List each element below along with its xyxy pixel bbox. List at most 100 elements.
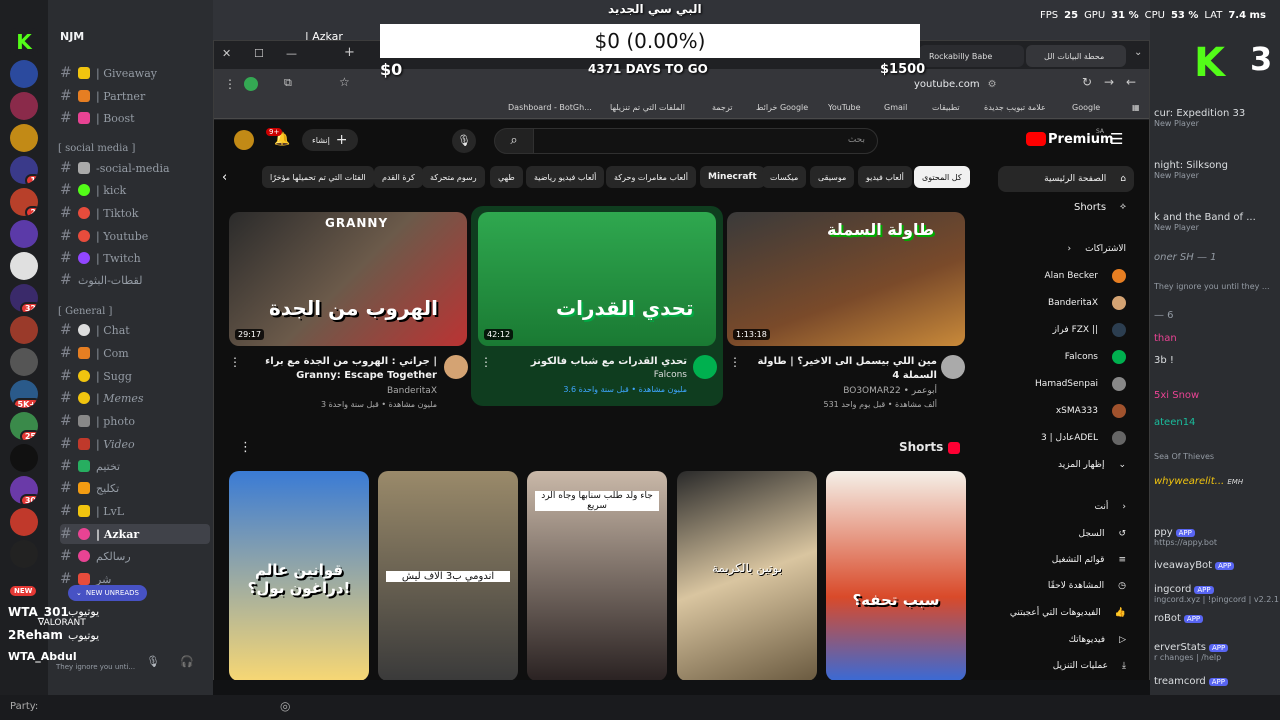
- server-icon[interactable]: [10, 252, 38, 280]
- video-channel[interactable]: Falcons: [482, 370, 687, 380]
- mic-icon[interactable]: 🎙: [146, 655, 160, 668]
- channel-partner[interactable]: # | Partner: [60, 86, 210, 106]
- bot-item[interactable]: iveawayBot APP: [1154, 560, 1235, 571]
- channel-takhtim[interactable]: # تختيم: [60, 456, 210, 476]
- chevron-left-icon[interactable]: ‹: [222, 170, 227, 185]
- youtube-logo-icon[interactable]: [1026, 132, 1046, 146]
- sidebar-sub-item[interactable]: فراز FZX ||: [984, 317, 1134, 343]
- url-field[interactable]: youtube.com ⚙: [914, 73, 1069, 95]
- chip[interactable]: Minecraft: [700, 166, 765, 188]
- kick-server-icon[interactable]: K: [10, 28, 38, 56]
- channel-twitch[interactable]: # | Twitch: [60, 248, 210, 268]
- bookmark-item[interactable]: علامة تبويب جديدة: [984, 103, 1046, 112]
- sidebar-sub-item[interactable]: BanderitaX: [984, 290, 1134, 316]
- server-icon[interactable]: [10, 444, 38, 472]
- chip[interactable]: ألعاب فيديو: [858, 166, 912, 188]
- channel-clips[interactable]: # لقطات-البثوث: [60, 270, 210, 290]
- member-item[interactable]: whywearelit... EMH: [1154, 476, 1243, 487]
- sidebar-sub-item[interactable]: Falcons: [984, 344, 1134, 370]
- sidebar-liked[interactable]: الفيديوهات التي أعجبتني 👍: [984, 600, 1134, 626]
- chip[interactable]: ألعاب مغامرات وحركة: [606, 166, 696, 188]
- chip-selected[interactable]: كل المحتوى: [914, 166, 970, 188]
- create-button[interactable]: إنشاء +: [302, 129, 358, 151]
- video-title[interactable]: تحدي القدرات مع شباب فالكونز: [482, 355, 687, 369]
- chip[interactable]: موسيقى: [810, 166, 855, 188]
- sidebar-your-videos[interactable]: فيديوهاتك ▷: [984, 627, 1134, 653]
- server-icon[interactable]: [10, 220, 38, 248]
- short-thumbnail[interactable]: سبب تحفه؟: [826, 471, 966, 680]
- sidebar-downloads[interactable]: عمليات التنزيل ⤓: [984, 653, 1134, 679]
- channel-tiktok[interactable]: # | Tiktok: [60, 203, 210, 223]
- bookmark-item[interactable]: Gmail: [884, 103, 907, 112]
- channel-taklij[interactable]: # تكليج: [60, 478, 210, 498]
- chip[interactable]: طهي: [490, 166, 523, 188]
- sidebar-sub-item[interactable]: عادل | 3ADEL: [984, 425, 1134, 451]
- channel-youtube[interactable]: # | Youtube: [60, 226, 210, 246]
- tab-search-icon[interactable]: ⌄: [1134, 47, 1142, 58]
- channel-giveaway[interactable]: # | Giveaway: [60, 63, 210, 83]
- channel-boost[interactable]: # | Boost: [60, 108, 210, 128]
- search-input[interactable]: بحث: [533, 128, 878, 154]
- server-icon[interactable]: 1: [10, 156, 38, 184]
- category-general[interactable]: [ General ]: [58, 306, 112, 317]
- bookmark-item[interactable]: Dashboard - BotGh...: [508, 103, 592, 112]
- server-icon[interactable]: 25: [10, 412, 38, 440]
- close-window-icon[interactable]: ✕: [222, 47, 231, 60]
- sidebar-sub-item[interactable]: HamadSenpai: [984, 371, 1134, 397]
- menu-icon[interactable]: ⋮: [224, 77, 236, 91]
- bot-item[interactable]: ppy APP https://appy.bot: [1154, 527, 1217, 547]
- sidebar-shorts[interactable]: Shorts ⟡: [984, 194, 1134, 220]
- short-thumbnail[interactable]: جاء ولد طلب سنابها وجاه الرد سريع: [527, 471, 667, 680]
- subscriptions-header[interactable]: › الاشتراكات: [984, 236, 1134, 262]
- channel-kick[interactable]: # | kick: [60, 180, 210, 200]
- sidebar-sub-item[interactable]: xSMA333: [984, 398, 1134, 424]
- channel-video[interactable]: # | Video: [60, 434, 210, 454]
- category-social-media[interactable]: [ social media ]: [58, 143, 135, 154]
- hamburger-menu-icon[interactable]: ☰: [1110, 130, 1123, 148]
- chip[interactable]: كرة القدم: [374, 166, 423, 188]
- voice-search-icon[interactable]: 🎙: [452, 129, 476, 153]
- channel-avatar[interactable]: [941, 355, 965, 379]
- search-button[interactable]: ⌕: [494, 128, 534, 154]
- back-icon[interactable]: ←: [1126, 75, 1136, 89]
- channel-social-media[interactable]: # -social-media: [60, 158, 210, 178]
- more-options-icon[interactable]: ⋮: [239, 440, 252, 455]
- bot-item[interactable]: erverStats APP r changes | /help: [1154, 642, 1229, 662]
- extensions-icon[interactable]: ⧉: [284, 76, 292, 90]
- member-item[interactable]: cur: Expedition 33 New Player: [1154, 108, 1245, 128]
- bookmark-item[interactable]: YouTube: [828, 103, 861, 112]
- bot-item[interactable]: roBot APP: [1154, 613, 1204, 624]
- tab-active[interactable]: محطة البيانات الل: [1026, 45, 1126, 67]
- bookmark-star-icon[interactable]: ☆: [339, 75, 350, 89]
- account-avatar[interactable]: [234, 130, 254, 150]
- member-item[interactable]: 5xi Snow: [1154, 390, 1199, 401]
- channel-memes[interactable]: # | Memes: [60, 388, 210, 408]
- chip[interactable]: ألعاب فيديو رياضية: [526, 166, 605, 188]
- bookmark-item[interactable]: الملفات التي تم تنزيلها: [610, 103, 685, 112]
- new-tab-icon[interactable]: +: [344, 45, 355, 60]
- member-item[interactable]: k and the Band of ... New Player: [1154, 212, 1256, 232]
- short-thumbnail[interactable]: بوتين بالكريمة: [677, 471, 817, 680]
- more-options-icon[interactable]: ⋮: [229, 355, 241, 369]
- site-settings-icon[interactable]: ⚙: [988, 79, 997, 90]
- member-item[interactable]: ateen14: [1154, 417, 1195, 428]
- bot-item[interactable]: ingcord APP ingcord.xyz | !pingcord | v2.2…: [1154, 584, 1279, 604]
- server-icon[interactable]: [10, 60, 38, 88]
- bookmark-item[interactable]: تطبيقات: [932, 103, 960, 112]
- server-icon[interactable]: [10, 124, 38, 152]
- channel-rasaelkom[interactable]: # رسالكم: [60, 546, 210, 566]
- server-icon[interactable]: 32: [10, 284, 38, 312]
- sidebar-sub-item[interactable]: Alan Becker: [984, 263, 1134, 289]
- server-icon[interactable]: [10, 92, 38, 120]
- voice-user-name[interactable]: WTA_301: [8, 605, 69, 619]
- channel-chat[interactable]: # | Chat: [60, 320, 210, 340]
- server-icon[interactable]: 5K+: [10, 380, 38, 408]
- sidebar-history[interactable]: السجل ↺: [984, 521, 1134, 547]
- channel-com[interactable]: # | Com: [60, 343, 210, 363]
- video-title[interactable]: مين اللي بيسمل الى الاخير؟ | طاولة السمل…: [732, 355, 937, 383]
- you-header[interactable]: أنت ›: [984, 494, 1134, 520]
- video-channel[interactable]: BO3OMAR22 • أبوعمر: [732, 386, 937, 396]
- channel-photo[interactable]: # | photo: [60, 411, 210, 431]
- channel-lvl[interactable]: # | LvL: [60, 501, 210, 521]
- bookmark-item[interactable]: Google: [1072, 103, 1100, 112]
